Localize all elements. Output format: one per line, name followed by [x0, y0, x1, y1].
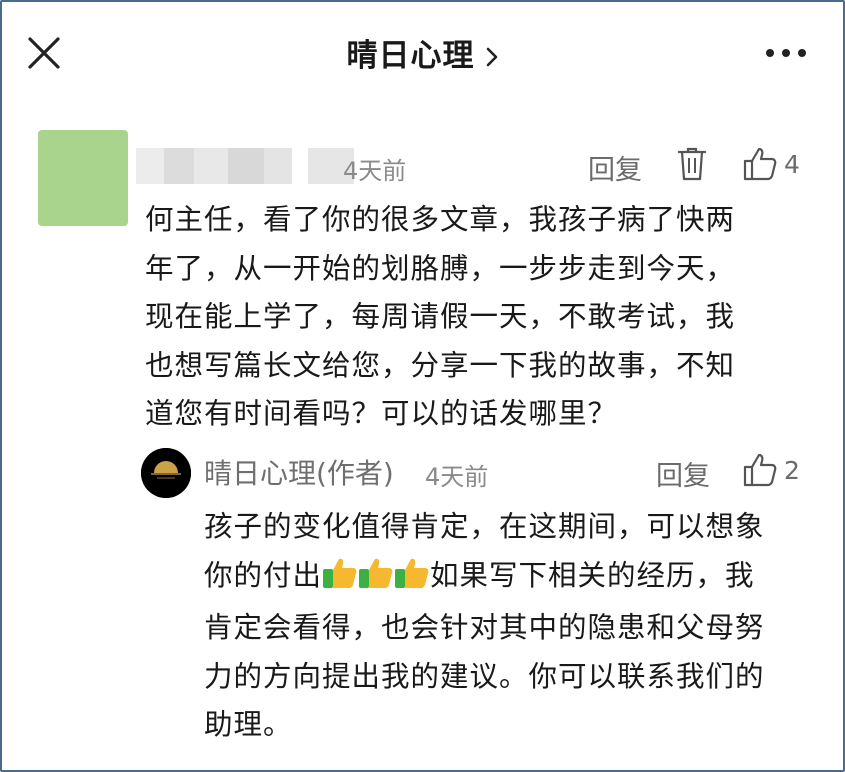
commenter-avatar[interactable] [38, 130, 128, 226]
thumbs-up-icon [743, 453, 777, 487]
thumbs-up-emoji-icon [394, 555, 430, 605]
like-count: 2 [784, 455, 800, 485]
reply-time: 4天前 [425, 463, 489, 491]
comment-like-button[interactable]: 4 [742, 146, 800, 182]
trash-icon [677, 147, 707, 181]
reply-line: 肯定会看得，也会针对其中的隐患和父母努 [204, 611, 765, 644]
comment-line: 何主任，看了你的很多文章，我孩子病了快两 [145, 203, 736, 236]
reply-label: 回复 [656, 461, 710, 492]
author-avatar[interactable] [141, 448, 191, 498]
comment-line: 道您有时间看吗？可以的话发哪里？ [145, 397, 618, 430]
reply-author-name: 晴日心理(作者) [204, 457, 394, 490]
reply-label: 回复 [588, 155, 642, 186]
reply-line-suffix: 如果写下相关的经历，我 [430, 558, 755, 592]
reply-body: 孩子的变化值得肯定，在这期间，可以想象 你的付出 如果写下相关的经历，我 肯定会看… [204, 503, 765, 750]
comment-reply-button[interactable]: 回复 [588, 148, 642, 187]
reply-line: 力的方向提出我的建议。你可以联系我们的 [204, 659, 765, 693]
reply-reply-button[interactable]: 回复 [656, 454, 710, 493]
comment-line: 年了，从一开始的划胳膊，一步步走到今天， [145, 251, 736, 285]
reply-line: 孩子的变化值得肯定，在这期间，可以想象 [204, 510, 765, 543]
more-button[interactable] [764, 38, 808, 68]
comment-line: 也想写篇长文给您，分享一下我的故事，不知 [145, 348, 736, 382]
page-title: 晴日心理 [346, 38, 475, 74]
reply-line-prefix: 你的付出 [204, 558, 323, 592]
thumbs-up-emoji-icon [358, 555, 394, 605]
page-title-link[interactable]: 晴日心理 [2, 30, 843, 76]
like-count: 4 [784, 149, 800, 179]
chevron-right-icon [485, 40, 499, 76]
commenter-name-blurred [136, 146, 354, 186]
more-horizontal-icon [766, 49, 806, 57]
delete-button[interactable] [676, 146, 708, 182]
reply-line: 你的付出 如果写下相关的经历，我 [204, 552, 765, 605]
reply-line: 助理。 [204, 708, 293, 741]
comment-line: 现在能上学了，每周请假一天，不敢考试，我 [145, 300, 736, 333]
top-bar: 晴日心理 [2, 2, 843, 102]
thumbs-up-icon [743, 147, 777, 181]
thumbs-up-emoji-icon [322, 555, 358, 605]
comment-body: 何主任，看了你的很多文章，我孩子病了快两 年了，从一开始的划胳膊，一步步走到今天… [145, 196, 735, 439]
comment-time: 4天前 [343, 157, 407, 185]
sunrise-logo-icon [141, 448, 191, 498]
reply-like-button[interactable]: 2 [742, 452, 800, 488]
